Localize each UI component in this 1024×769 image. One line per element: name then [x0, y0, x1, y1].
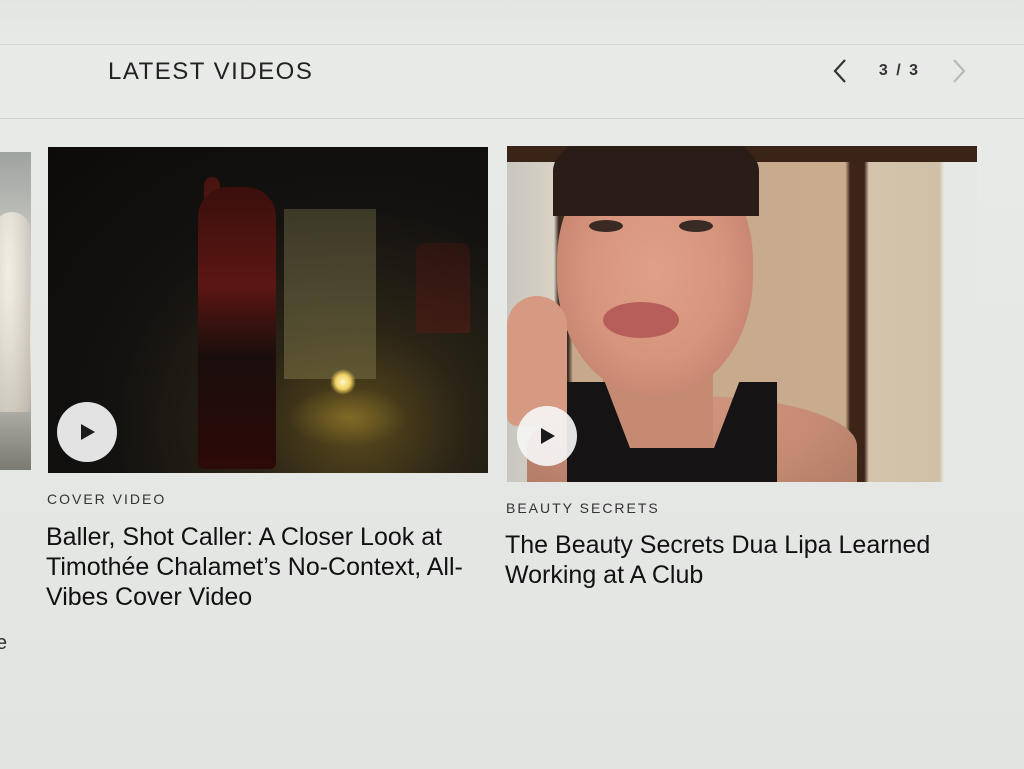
latest-videos-page: LATEST VIDEOS 3 / 3 e COVER VIDEO Baller… — [0, 0, 1024, 769]
card-category[interactable]: BEAUTY SECRETS — [506, 500, 660, 516]
thumbnail-light-glow — [288, 387, 408, 447]
carousel-pager: 3 / 3 — [825, 56, 974, 86]
video-thumbnail-beauty-secrets[interactable] — [507, 146, 977, 482]
play-button[interactable] — [517, 406, 577, 466]
card-headline[interactable]: Baller, Shot Caller: A Closer Look at Ti… — [46, 522, 486, 612]
thumbnail-eye-right — [679, 220, 713, 232]
previous-video-thumbnail-partial[interactable] — [0, 152, 31, 470]
card-category[interactable]: COVER VIDEO — [47, 491, 166, 507]
thumbnail-light — [330, 369, 356, 395]
thumbnail-door — [284, 209, 376, 379]
card-headline[interactable]: The Beauty Secrets Dua Lipa Learned Work… — [505, 530, 935, 590]
thumbnail-figure — [0, 212, 30, 412]
thumbnail-lips — [603, 302, 679, 338]
section-divider — [0, 118, 1024, 119]
section-title: LATEST VIDEOS — [108, 58, 314, 85]
chevron-right-icon — [953, 59, 966, 83]
partial-headline-text: e — [0, 632, 8, 654]
thumbnail-person — [198, 187, 276, 469]
page-counter: 3 / 3 — [878, 62, 920, 79]
play-icon — [81, 424, 95, 440]
chevron-left-icon — [833, 59, 846, 83]
play-icon — [541, 428, 555, 444]
thumbnail-hair — [553, 146, 759, 216]
top-band — [0, 0, 1024, 45]
prev-button[interactable] — [825, 56, 855, 86]
thumbnail-clothes-rack — [416, 243, 470, 333]
thumbnail-eye-left — [589, 220, 623, 232]
video-thumbnail-cover-video[interactable] — [48, 147, 488, 473]
next-button[interactable] — [944, 56, 974, 86]
play-button[interactable] — [57, 402, 117, 462]
